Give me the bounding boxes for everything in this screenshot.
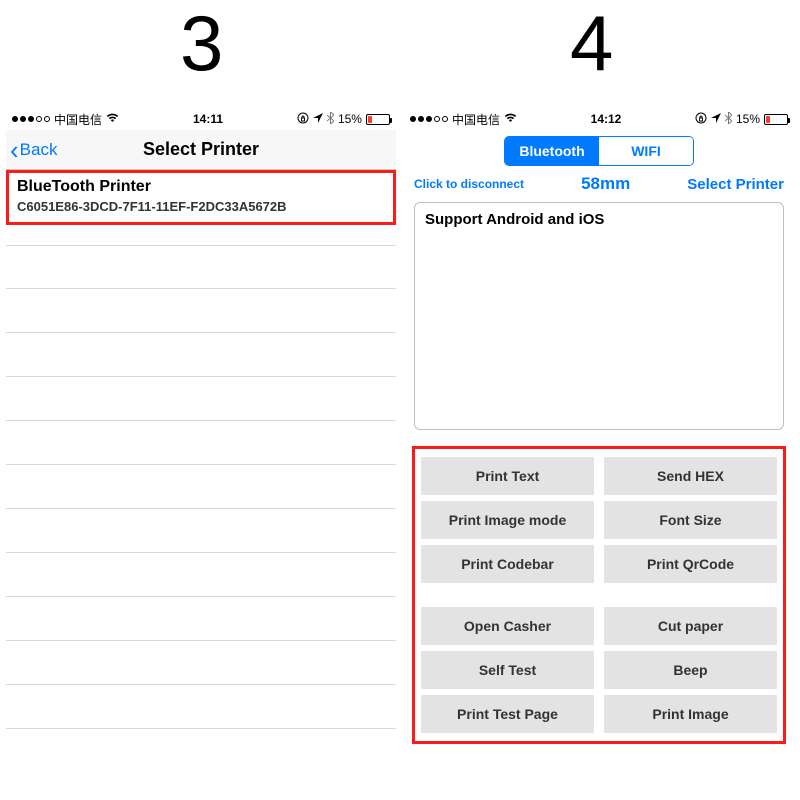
location-icon: [313, 113, 323, 126]
page-title: Select Printer: [6, 139, 396, 160]
segment-bluetooth[interactable]: Bluetooth: [505, 137, 599, 165]
empty-list: [6, 245, 396, 729]
battery-icon: [366, 114, 390, 125]
battery-icon: [764, 114, 788, 125]
back-button[interactable]: ‹ Back: [6, 137, 57, 163]
battery-percent: 15%: [338, 112, 362, 126]
paper-width-button[interactable]: 58mm: [581, 174, 630, 194]
orientation-lock-icon: [695, 112, 707, 127]
print-text-button[interactable]: Print Text: [421, 457, 594, 495]
print-text-content: Support Android and iOS: [425, 211, 604, 228]
open-casher-button[interactable]: Open Casher: [421, 607, 594, 645]
signal-icon: [410, 116, 448, 122]
send-hex-button[interactable]: Send HEX: [604, 457, 777, 495]
print-codebar-button[interactable]: Print Codebar: [421, 545, 594, 583]
slide-number-4: 4: [570, 0, 613, 89]
beep-button[interactable]: Beep: [604, 651, 777, 689]
bluetooth-icon: [327, 112, 334, 127]
connection-row: Click to disconnect 58mm Select Printer: [404, 168, 794, 202]
location-icon: [711, 113, 721, 126]
carrier-label: 中国电信: [452, 111, 500, 128]
action-button-panel: Print Text Send HEX Print Image mode Fon…: [412, 446, 786, 744]
bluetooth-icon: [725, 112, 732, 127]
status-bar: 中国电信 14:11 15%: [6, 108, 396, 130]
nav-bar: ‹ Back Select Printer: [6, 130, 396, 170]
print-test-page-button[interactable]: Print Test Page: [421, 695, 594, 733]
print-image-mode-button[interactable]: Print Image mode: [421, 501, 594, 539]
self-test-button[interactable]: Self Test: [421, 651, 594, 689]
orientation-lock-icon: [297, 112, 309, 127]
connection-segment: Bluetooth WIFI: [504, 136, 694, 166]
signal-icon: [12, 116, 50, 122]
printer-name: BlueTooth Printer: [17, 178, 385, 196]
phone-left: 中国电信 14:11 15%: [6, 108, 396, 798]
carrier-label: 中国电信: [54, 111, 102, 128]
font-size-button[interactable]: Font Size: [604, 501, 777, 539]
printer-uuid: C6051E86-3DCD-7F11-11EF-F2DC33A5672B: [17, 199, 385, 214]
segment-wifi[interactable]: WIFI: [599, 137, 693, 165]
status-time: 14:12: [591, 112, 622, 126]
status-bar: 中国电信 14:12 15%: [404, 108, 794, 130]
print-text-area[interactable]: Support Android and iOS: [414, 202, 784, 430]
battery-percent: 15%: [736, 112, 760, 126]
cut-paper-button[interactable]: Cut paper: [604, 607, 777, 645]
disconnect-link[interactable]: Click to disconnect: [414, 177, 524, 191]
wifi-icon: [106, 113, 119, 126]
chevron-left-icon: ‹: [10, 137, 19, 163]
print-qrcode-button[interactable]: Print QrCode: [604, 545, 777, 583]
slide-number-3: 3: [180, 0, 223, 89]
wifi-icon: [504, 113, 517, 126]
select-printer-link[interactable]: Select Printer: [687, 176, 784, 193]
print-image-button[interactable]: Print Image: [604, 695, 777, 733]
printer-list-item[interactable]: BlueTooth Printer C6051E86-3DCD-7F11-11E…: [6, 170, 396, 225]
back-label: Back: [20, 140, 58, 160]
status-time: 14:11: [193, 112, 223, 126]
phone-right: 中国电信 14:12 15%: [404, 108, 794, 798]
